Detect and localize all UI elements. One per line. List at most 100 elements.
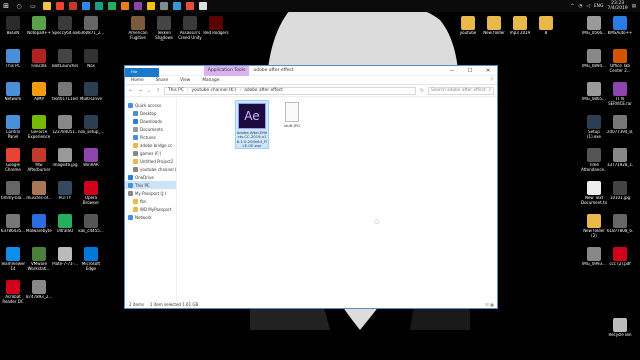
desktop-icon[interactable]: Recycle Bin [607,318,633,338]
nav-item[interactable]: Documents [125,125,176,133]
forward-icon[interactable]: → [137,88,143,94]
nav-item[interactable]: OneDrive [125,173,176,181]
recent-dropdown-icon[interactable]: ⌄ [146,88,152,94]
taskbar-app-app-red2[interactable] [183,0,196,12]
desktop-icon[interactable]: American Fugitive [125,16,151,40]
desktop-icon[interactable]: FileZilla [26,49,52,69]
taskbar-app-app-teal[interactable] [92,0,105,12]
desktop-icon[interactable]: WinRAR [78,148,104,168]
desktop-icon[interactable]: Tekken Shadows D... [151,16,177,41]
nav-item[interactable]: Desktop [125,109,176,117]
nav-item[interactable]: My Passport (J:) [125,189,176,197]
tab-view[interactable]: View [174,76,196,85]
desktop-icon[interactable]: Malwarebytes [26,214,52,234]
taskbar-app-app-gray[interactable] [157,0,170,12]
close-icon[interactable]: ✕ [479,68,497,74]
nav-item[interactable]: This PC [125,181,176,189]
desktop-icon[interactable]: Microsoft Edge [78,247,104,271]
desktop-icon[interactable]: youtube [455,16,481,36]
desktop-icon[interactable]: IMG_0993... [581,247,607,267]
desktop-icon[interactable]: Assassin's Creed Unity [177,16,203,40]
taskbar-app-chrome[interactable] [53,0,66,12]
language-indicator[interactable]: ENG [594,4,604,9]
taskbar-app-app-blue2[interactable] [170,0,183,12]
desktop-icon[interactable]: kali_clt455... [78,214,104,234]
desktop-icon[interactable]: 33771928_1... [607,148,633,168]
task-view-icon[interactable]: ▭ [26,0,40,12]
desktop-icon[interactable]: IMG_0865... [581,82,607,102]
start-icon[interactable]: ⊞ [0,0,12,12]
taskbar-app-app-red[interactable] [66,0,79,12]
taskbar-app-app-green[interactable] [105,0,118,12]
maximize-icon[interactable]: ☐ [461,68,479,74]
file-item-stuff-jpg[interactable]: stuff.JPG [275,100,309,128]
desktop-icon[interactable]: BoltLauncher [52,49,78,69]
breadcrumb-youtube-channel[interactable]: youtube channel (K:) [191,88,236,93]
tab-file[interactable]: File [125,68,159,77]
taskbar-app-app-purple[interactable] [131,0,144,12]
desktop-icon[interactable]: nox_setup_... [78,115,104,135]
refresh-icon[interactable]: ↻ [419,88,425,94]
desktop-icon[interactable]: muscles-of... [26,181,52,201]
desktop-icon[interactable]: Network [0,82,26,102]
desktop-icon[interactable]: Plate-7-71-... [52,247,78,267]
desktop-icon[interactable]: 8 [533,16,559,36]
desktop-icon[interactable]: VMware Workstati... [26,247,52,271]
desktop-icon[interactable]: UltraISO [52,214,78,234]
desktop-icon[interactable]: Red Rodgers [203,16,229,36]
address-bar[interactable]: This PC › youtube channel (K:) › adobe a… [164,86,416,95]
desktop-icon[interactable]: Google Chrome [0,148,26,172]
desktop-icon[interactable]: PuTTY [52,181,78,201]
desktop-icon[interactable]: 63786435... [0,214,26,234]
nav-item[interactable]: fbn [125,197,176,205]
nav-item[interactable]: games (F:) [125,149,176,157]
up-icon[interactable]: ↑ [155,88,161,94]
desktop-icon[interactable]: BEGIN [0,16,26,36]
desktop-icon[interactable]: Setup (1).exe [581,115,607,139]
taskbar-app-app-orange[interactable] [118,0,131,12]
desktop-icon[interactable]: TeamViewer 14 [0,247,26,271]
desktop-icon[interactable]: image46.jpg [52,148,78,168]
desktop-icon[interactable]: Control Panel [0,115,26,139]
network-icon[interactable]: ◔ [578,4,582,9]
desktop-icon[interactable]: mp3 2019 [507,16,533,36]
desktop-icon[interactable]: IT N SERVICE.rar [607,82,633,106]
desktop-icon[interactable]: Multi-Drive [78,82,104,102]
desktop-icon[interactable]: 61877808_6... [607,214,633,234]
taskbar-app-app-blue[interactable] [79,0,92,12]
search-icon[interactable]: ○ [12,0,26,12]
desktop-icon[interactable]: 6360871_2... [78,16,104,36]
view-toggle-icons[interactable]: ☷ ▦ [485,302,497,307]
nav-item[interactable]: Untitled Project2 [125,157,176,165]
desktop-icon[interactable]: Nox [78,49,104,69]
minimize-icon[interactable]: — [443,68,461,74]
desktop-icon[interactable]: Office Tab Center 2... [607,49,633,73]
back-icon[interactable]: ← [128,88,134,94]
desktop-icon[interactable]: 8747893_2... [26,280,52,300]
desktop-icon[interactable]: AIMP [26,82,52,102]
desktop-icon[interactable]: New folder [481,16,507,36]
desktop-icon[interactable]: MSI Afterburner [26,148,52,172]
desktop-icon[interactable]: IMG_0566... [581,16,607,36]
desktop-icon[interactable]: IMG_0894... [581,49,607,69]
desktop-icon[interactable]: KMSAuto++ [607,16,633,36]
desktop-icon[interactable]: GeForce Experience [26,115,52,139]
clock[interactable]: 23:23 7/4/2019 [608,1,628,11]
desktop-icon[interactable]: Acrobat Reader DC [0,280,26,304]
desktop-icon[interactable]: New Text Document.txt [581,181,607,205]
desktop-icon[interactable]: This PC [0,49,26,69]
taskbar-app-app-yellow[interactable] [144,0,157,12]
desktop-icon[interactable]: Opera Browser [78,181,104,205]
nav-item[interactable]: Pictures [125,133,176,141]
desktop-icon[interactable]: 10101.jpg [607,181,633,201]
notifications-icon[interactable]: ▤ [632,4,636,9]
desktop-icon[interactable]: Time Attendance... [581,148,607,172]
desktop-icon[interactable]: ccc (2).pdf [607,247,633,267]
nav-item[interactable]: Quick access [125,101,176,109]
desktop-icon[interactable]: New folder (2) [581,214,607,238]
nav-item[interactable]: youtube channel ( [125,165,176,173]
desktop-icon[interactable]: 122784051... [52,115,78,135]
nav-item[interactable]: Network [125,213,176,221]
desktop-icon[interactable]: Speccy64.exe [52,16,78,36]
taskbar-app-app-white[interactable] [196,0,209,12]
